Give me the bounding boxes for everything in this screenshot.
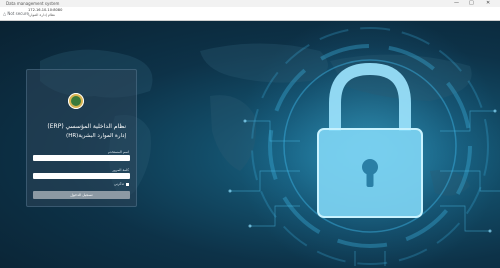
security-indicator[interactable]: △ Not secure bbox=[3, 10, 29, 17]
login-subtitle: إدارة الموارد البشرية(HR) bbox=[66, 133, 126, 139]
logo-emblem bbox=[68, 93, 84, 109]
remember-me[interactable]: تذكرني bbox=[96, 182, 129, 187]
username-input[interactable] bbox=[33, 155, 130, 161]
login-button[interactable]: تسجيل الدخول bbox=[33, 191, 130, 199]
security-text: Not secure bbox=[7, 11, 29, 16]
address-bar[interactable]: △ Not secure 172.16.10.10:8080 نظام إدار… bbox=[0, 7, 500, 21]
url-subtitle: نظام إدارة الموارد bbox=[28, 13, 56, 17]
username-label: اسم المستخدم bbox=[107, 150, 129, 154]
remember-label: تذكرني bbox=[113, 182, 124, 186]
maximize-button[interactable]: □ bbox=[469, 0, 474, 7]
password-input[interactable] bbox=[33, 173, 130, 179]
password-label: كلمة المرور bbox=[112, 168, 129, 172]
shield-warning-icon: △ bbox=[3, 11, 7, 16]
login-title: نظام الداخلية المؤسسي (ERP) bbox=[47, 123, 126, 130]
window-title: Data management system bbox=[6, 1, 60, 6]
remember-checkbox[interactable] bbox=[126, 182, 129, 186]
minimize-button[interactable]: — bbox=[454, 0, 459, 7]
close-button[interactable]: ✕ bbox=[486, 0, 490, 7]
